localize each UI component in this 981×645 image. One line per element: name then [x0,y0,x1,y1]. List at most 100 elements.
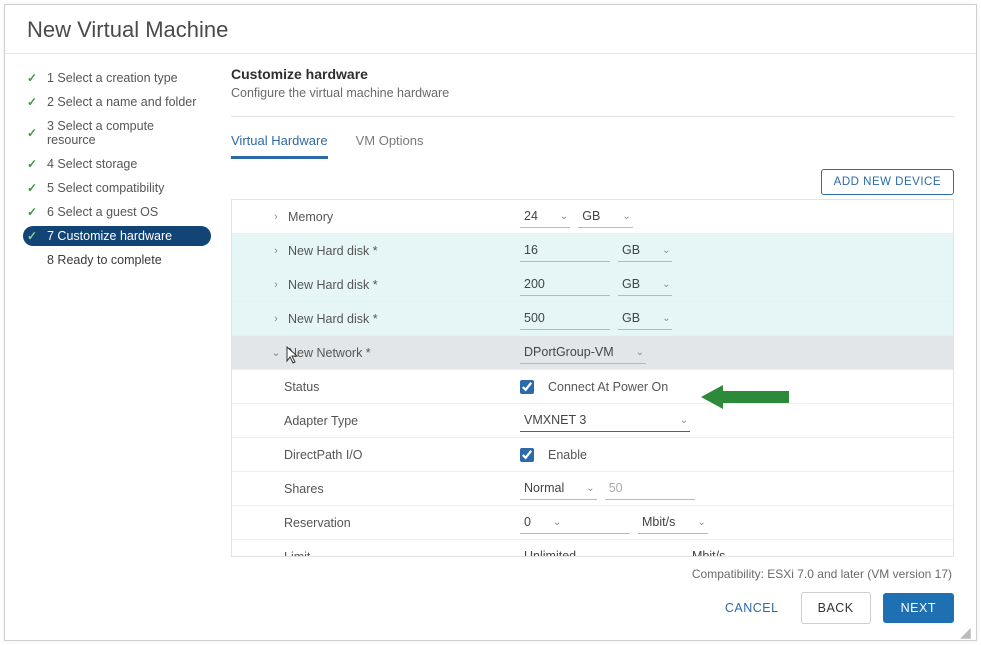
reservation-unit: Mbit/s [642,515,675,529]
step-5[interactable]: 5 Select compatibility [23,178,211,198]
memory-unit-select[interactable]: GB ⌄ [578,205,632,228]
directpath-label: DirectPath I/O [284,448,363,462]
chevron-right-icon[interactable]: › [270,313,282,325]
reservation-label: Reservation [284,516,351,530]
resize-handle-icon[interactable]: ◢ [960,624,972,636]
row-reservation: Reservation 0⌄ Mbit/s ⌄ [232,506,953,540]
disk-label: New Hard disk * [288,278,378,292]
adapter-type-select[interactable]: VMXNET 3 ⌄ [520,409,690,432]
directpath-enable-checkbox[interactable] [520,448,534,462]
row-network: ⌄ New Network * DPortGroup-VM ⌄ [232,336,953,370]
disk-unit-select[interactable]: GB ⌄ [618,239,672,262]
checkmark-icon [27,71,41,85]
memory-value: 24 [524,209,538,223]
main-panel: Customize hardware Configure the virtual… [221,54,976,581]
disk-unit: GB [622,243,640,257]
disk-label: New Hard disk * [288,312,378,326]
step-2[interactable]: 2 Select a name and folder [23,92,211,112]
row-disk-1: › New Hard disk * GB ⌄ [232,268,953,302]
disk-unit: GB [622,277,640,291]
status-label: Status [284,380,319,394]
step-4[interactable]: 4 Select storage [23,154,211,174]
caret-down-icon: ⌄ [560,211,568,222]
connect-power-on-checkbox[interactable] [520,380,534,394]
footer: CANCEL BACK NEXT [5,578,976,640]
checkmark-icon [27,95,41,109]
wizard-steps: 1 Select a creation type 2 Select a name… [5,54,221,581]
step-label: 4 Select storage [47,157,137,171]
step-3[interactable]: 3 Select a compute resource [23,116,211,150]
disk-unit-select[interactable]: GB ⌄ [618,307,672,330]
disk-label: New Hard disk * [288,244,378,258]
add-new-device-button[interactable]: ADD NEW DEVICE [821,169,954,195]
tabs: Virtual Hardware VM Options [231,117,954,159]
adapter-type-label: Adapter Type [284,414,358,428]
caret-down-icon: ⌄ [586,483,594,494]
chevron-down-icon[interactable]: ⌄ [270,346,282,359]
row-disk-2: › New Hard disk * GB ⌄ [232,302,953,336]
memory-label: Memory [288,210,333,224]
disk-unit: GB [622,311,640,325]
memory-unit: GB [582,209,600,223]
reservation-unit-select[interactable]: Mbit/s ⌄ [638,511,708,534]
step-label: 7 Customize hardware [47,229,172,243]
chevron-right-icon[interactable]: › [270,245,282,257]
disk-size-input[interactable] [520,239,610,262]
caret-down-icon: ⌄ [622,211,630,222]
step-7[interactable]: 7 Customize hardware [23,226,211,246]
limit-value: Unlimited [524,549,576,556]
chevron-right-icon[interactable]: › [270,211,282,223]
toolbar: ADD NEW DEVICE [231,169,954,195]
reservation-select[interactable]: 0⌄ [520,511,630,534]
connect-label: Connect At Power On [548,380,668,394]
step-1[interactable]: 1 Select a creation type [23,68,211,88]
step-label: 5 Select compatibility [47,181,164,195]
empty-icon [27,253,41,267]
caret-down-icon: ⌄ [598,551,606,557]
caret-down-icon: ⌄ [662,245,670,256]
step-label: 2 Select a name and folder [47,95,196,109]
tab-vm-options[interactable]: VM Options [356,127,424,159]
caret-down-icon: ⌄ [662,279,670,290]
limit-select[interactable]: Unlimited ⌄ [520,545,680,556]
enable-label: Enable [548,448,587,462]
section-title: Customize hardware [231,66,954,82]
disk-size-input[interactable] [520,273,610,296]
disk-unit-select[interactable]: GB ⌄ [618,273,672,296]
network-portgroup-select[interactable]: DPortGroup-VM ⌄ [520,341,646,364]
network-label: New Network * [288,346,371,360]
hardware-scroll[interactable]: › Memory 24 ⌄ GB ⌄ › New Hard disk * GB ⌄ [232,200,953,556]
step-label: 1 Select a creation type [47,71,178,85]
caret-down-icon: ⌄ [662,313,670,324]
row-directpath: DirectPath I/O Enable [232,438,953,472]
back-button[interactable]: BACK [801,592,871,624]
adapter-value: VMXNET 3 [524,413,586,427]
cursor-icon [284,345,300,365]
cancel-button[interactable]: CANCEL [715,593,789,623]
row-limit: Limit Unlimited ⌄ Mbit/s⌄ [232,540,953,556]
portgroup-value: DPortGroup-VM [524,345,614,359]
checkmark-icon [27,181,41,195]
next-button[interactable]: NEXT [883,593,954,623]
caret-down-icon: ⌄ [636,347,644,358]
disk-size-input[interactable] [520,307,610,330]
limit-unit: Mbit/s [692,549,725,556]
step-8[interactable]: 8 Ready to complete [23,250,211,270]
limit-label: Limit [284,550,310,557]
caret-down-icon: ⌄ [680,415,688,426]
memory-value-select[interactable]: 24 ⌄ [520,205,570,228]
tab-virtual-hardware[interactable]: Virtual Hardware [231,127,328,159]
hardware-panel: › Memory 24 ⌄ GB ⌄ › New Hard disk * GB ⌄ [231,199,954,557]
chevron-right-icon[interactable]: › [270,279,282,291]
checkmark-icon [27,205,41,219]
step-label: 6 Select a guest OS [47,205,158,219]
limit-unit-select[interactable]: Mbit/s⌄ [688,545,758,556]
shares-number-input [605,477,695,500]
step-label: 8 Ready to complete [47,253,162,267]
row-disk-0: › New Hard disk * GB ⌄ [232,234,953,268]
step-6[interactable]: 6 Select a guest OS [23,202,211,222]
shares-value: Normal [524,481,564,495]
caret-down-icon: ⌄ [697,517,705,528]
shares-select[interactable]: Normal ⌄ [520,477,597,500]
caret-down-icon: ⌄ [553,517,561,528]
